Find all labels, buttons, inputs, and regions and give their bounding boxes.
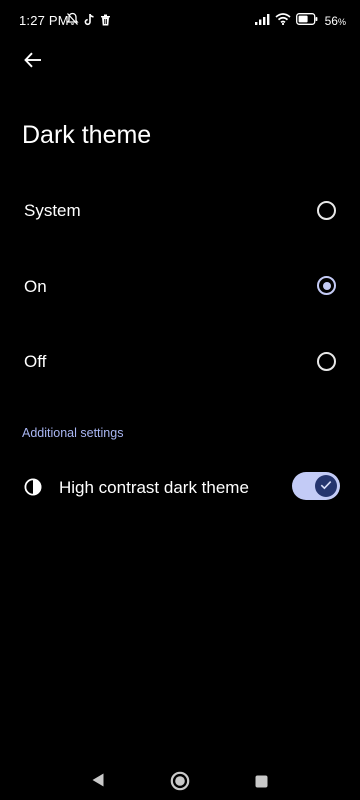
option-on-label: On [24, 277, 47, 296]
status-time: 1:27 PM [19, 13, 69, 28]
option-system-radio[interactable] [317, 201, 336, 220]
check-icon [320, 477, 332, 495]
contrast-icon [24, 478, 42, 496]
section-header-additional: Additional settings [22, 426, 124, 440]
high-contrast-toggle[interactable] [292, 472, 340, 500]
radio-selected-dot [322, 281, 331, 290]
trash-icon [100, 13, 111, 31]
battery-percent-sign: % [337, 17, 346, 27]
nav-recents-icon[interactable] [255, 775, 268, 793]
option-off-label: Off [24, 352, 47, 371]
toggle-thumb [315, 475, 337, 497]
page-title: Dark theme [22, 121, 152, 149]
status-right-icons: 56% [254, 12, 346, 30]
option-on-radio[interactable] [317, 276, 336, 295]
battery-percent: 56% [325, 14, 346, 28]
notifications-off-icon [66, 12, 79, 31]
high-contrast-setting[interactable]: High contrast dark theme [0, 465, 360, 509]
high-contrast-label: High contrast dark theme [59, 478, 249, 497]
status-left-icons [66, 12, 111, 31]
arrow-left-icon [24, 52, 42, 73]
option-off[interactable]: Off [0, 331, 360, 391]
back-button[interactable] [18, 48, 48, 76]
battery-percent-value: 56 [324, 14, 338, 28]
option-on[interactable]: On [0, 256, 360, 316]
wifi-icon [275, 12, 291, 30]
tiktok-icon [84, 13, 95, 31]
option-system-label: System [24, 201, 81, 220]
nav-home-icon[interactable] [170, 771, 190, 796]
nav-back-icon[interactable] [91, 772, 105, 793]
screen: 1:27 PM 56% Dark theme System On Off Add… [0, 0, 360, 800]
option-off-radio[interactable] [317, 352, 336, 371]
option-system[interactable]: System [0, 180, 360, 240]
signal-icon [254, 12, 270, 30]
status-bar: 1:27 PM 56% [0, 0, 360, 40]
navigation-bar [0, 752, 360, 800]
battery-icon [295, 12, 318, 30]
